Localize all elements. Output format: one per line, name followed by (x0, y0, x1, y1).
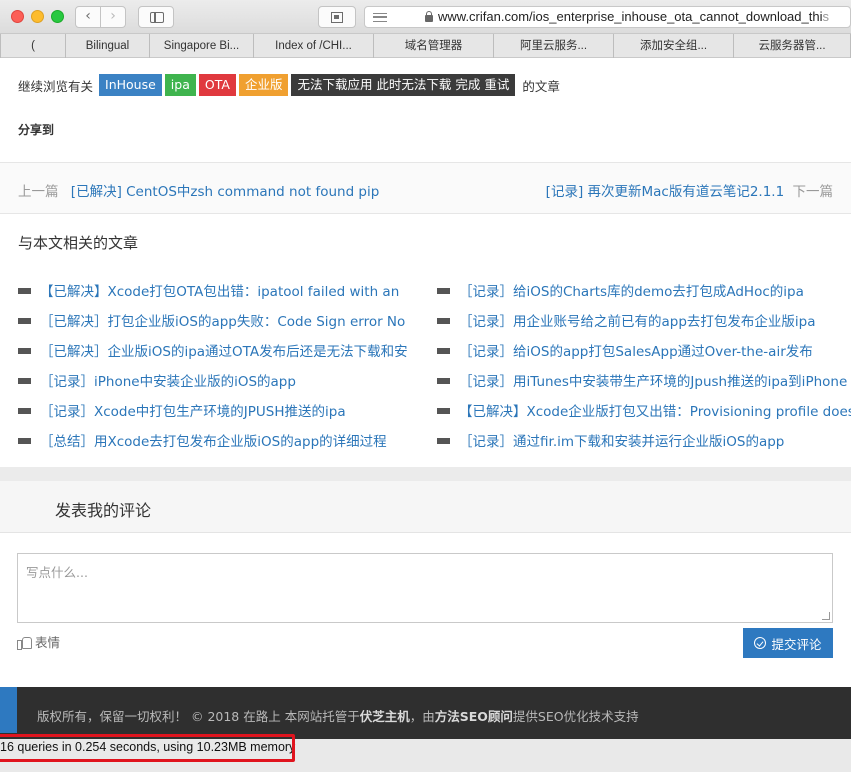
share-label: 分享到 (18, 123, 55, 137)
window-minimize-button[interactable] (31, 10, 44, 23)
bullet-icon (18, 378, 31, 384)
comment-header: 发表我的评论 (0, 481, 851, 533)
prev-post: 上一篇 [已解决] CentOS中zsh command not found p… (18, 180, 379, 200)
next-label: 下一篇 (792, 184, 834, 200)
related-post-link[interactable]: ［记录］给iOS的app打包SalesApp通过Over-the-air发布 (459, 344, 813, 360)
related-post[interactable]: ［记录］iPhone中安装企业版的iOS的app (18, 370, 428, 390)
related-post-link[interactable]: ［已解决］企业版iOS的ipa通过OTA发布后还是无法下载和安 (40, 344, 408, 360)
reading-list-icon[interactable] (373, 13, 387, 22)
bookmarks-bar: ( Bilingual Singapore Bi... Index of /CH… (0, 34, 851, 58)
check-circle-icon (754, 637, 767, 649)
related-post-link[interactable]: ［记录］Xcode中打包生产环境的JPUSH推送的ipa (40, 404, 346, 420)
related-post[interactable]: 【已解决】Xcode企业版打包又出错：Provisioning profile … (437, 400, 851, 420)
bullet-icon (437, 408, 450, 414)
browser-titlebar: ‹ › www.crifan.com/ios_enterprise_inhous… (0, 0, 851, 34)
sidebar-icon (150, 12, 164, 23)
reader-view-button[interactable] (318, 6, 356, 28)
footer-text: 版权所有，保留一切权利！ © 2018 在路上 本网站托管于伏芝主机，由方法SE… (37, 709, 639, 724)
related-post[interactable]: ［总结］用Xcode去打包发布企业版iOS的app的详细过程 (18, 430, 428, 450)
tag-cannot-download[interactable]: 无法下载应用 此时无法下载 完成 重试 (291, 74, 516, 96)
related-post-link[interactable]: ［记录］用企业账号给之前已有的app去打包发布企业版ipa (459, 314, 816, 330)
forward-button[interactable]: › (100, 6, 126, 28)
window-close-button[interactable] (11, 10, 24, 23)
bookmark-item[interactable]: 添加安全组... (614, 34, 734, 58)
comment-title: 发表我的评论 (55, 501, 152, 520)
bullet-icon (437, 288, 450, 294)
bullet-icon (18, 438, 31, 444)
related-post-link[interactable]: ［已解决］打包企业版iOS的app失败：Code Sign error No (40, 314, 405, 330)
bullet-icon (18, 408, 31, 414)
related-post-link[interactable]: ［记录］给iOS的Charts库的demo去打包成AdHoc的ipa (459, 284, 804, 300)
bullet-icon (437, 318, 450, 324)
related-post-link[interactable]: 【已解决】Xcode企业版打包又出错：Provisioning profile … (459, 404, 851, 420)
tags-prefix: 继续浏览有关 (18, 78, 94, 94)
address-bar[interactable]: www.crifan.com/ios_enterprise_inhouse_ot… (364, 6, 851, 28)
tag-enterprise[interactable]: 企业版 (238, 74, 289, 96)
sidebar-toggle-button[interactable] (138, 6, 174, 28)
prev-label: 上一篇 (18, 184, 59, 200)
related-post[interactable]: ［已解决］打包企业版iOS的app失败：Code Sign error No (18, 310, 428, 330)
next-post: [记录] 再次更新Mac版有道云笔记2.1.1 下一篇 (546, 180, 833, 200)
reader-icon (331, 12, 343, 23)
window-maximize-button[interactable] (51, 10, 64, 23)
related-post[interactable]: ［记录］Xcode中打包生产环境的JPUSH推送的ipa (18, 400, 428, 420)
url-text: www.crifan.com/ios_enterprise_inhouse_ot… (438, 9, 829, 24)
bullet-icon (18, 288, 31, 294)
section-divider (0, 467, 851, 481)
back-button[interactable]: ‹ (75, 6, 101, 28)
bullet-icon (437, 378, 450, 384)
tag-ipa[interactable]: ipa (164, 74, 196, 96)
tag-inhouse[interactable]: InHouse (99, 74, 162, 96)
post-navigation: 上一篇 [已解决] CentOS中zsh command not found p… (0, 162, 851, 214)
bullet-icon (18, 348, 31, 354)
tags-suffix: 的文章 (522, 78, 560, 94)
related-post-link[interactable]: ［记录］iPhone中安装企业版的iOS的app (40, 374, 296, 390)
bullet-icon (437, 438, 450, 444)
related-posts-title: 与本文相关的文章 (18, 234, 139, 252)
related-post[interactable]: ［记录］通过fir.im下载和安装并运行企业版iOS的app (437, 430, 851, 450)
tag-ota[interactable]: OTA (198, 74, 236, 96)
related-post-link[interactable]: ［总结］用Xcode去打包发布企业版iOS的app的详细过程 (40, 434, 387, 450)
bookmark-item[interactable]: 云服务器管... (734, 34, 851, 58)
bullet-icon (437, 348, 450, 354)
related-post[interactable]: 【已解决】Xcode打包OTA包出错：ipatool failed with a… (18, 280, 428, 300)
related-post-link[interactable]: ［记录］通过fir.im下载和安装并运行企业版iOS的app (459, 434, 784, 450)
comment-textarea[interactable] (18, 554, 832, 622)
next-post-link[interactable]: [记录] 再次更新Mac版有道云笔记2.1.1 (546, 184, 785, 200)
emoji-label: 表情 (35, 635, 61, 650)
related-post[interactable]: ［记录］给iOS的app打包SalesApp通过Over-the-air发布 (437, 340, 851, 360)
related-post[interactable]: ［已解决］企业版iOS的ipa通过OTA发布后还是无法下载和安 (18, 340, 428, 360)
bookmark-item[interactable]: Bilingual (66, 34, 150, 58)
tag-list: 继续浏览有关 InHouse ipa OTA 企业版 无法下载应用 此时无法下载… (18, 74, 560, 96)
host-link[interactable]: 伏芝主机 (360, 709, 410, 724)
site-footer: 版权所有，保留一切权利！ © 2018 在路上 本网站托管于伏芝主机，由方法SE… (0, 687, 851, 739)
related-post-link[interactable]: ［记录］用iTunes中安装带生产环境的Jpush推送的ipa到iPhone (459, 374, 847, 390)
thumbs-up-icon (17, 635, 32, 650)
footer-accent (0, 687, 17, 733)
bookmark-item[interactable]: Index of /CHI... (254, 34, 374, 58)
comment-box (17, 553, 833, 623)
seo-link[interactable]: 方法SEO顾问 (435, 709, 513, 724)
submit-comment-label: 提交评论 (771, 636, 822, 652)
bookmark-item[interactable]: 域名管理器 (374, 34, 494, 58)
bullet-icon (18, 318, 31, 324)
emoji-button[interactable]: 表情 (17, 632, 60, 651)
resize-handle-icon[interactable] (822, 612, 830, 620)
bookmark-item[interactable]: 阿里云服务... (494, 34, 614, 58)
highlight-box (0, 734, 295, 762)
lock-icon (425, 11, 433, 22)
related-post[interactable]: ［记录］给iOS的Charts库的demo去打包成AdHoc的ipa (437, 280, 851, 300)
prev-post-link[interactable]: [已解决] CentOS中zsh command not found pip (71, 184, 380, 200)
related-post-link[interactable]: 【已解决】Xcode打包OTA包出错：ipatool failed with a… (40, 284, 399, 300)
bookmark-item[interactable]: Singapore Bi... (150, 34, 254, 58)
submit-comment-button[interactable]: 提交评论 (743, 628, 833, 658)
related-post[interactable]: ［记录］用iTunes中安装带生产环境的Jpush推送的ipa到iPhone (437, 370, 851, 390)
related-post[interactable]: ［记录］用企业账号给之前已有的app去打包发布企业版ipa (437, 310, 851, 330)
bookmark-item[interactable]: ( (0, 34, 66, 58)
